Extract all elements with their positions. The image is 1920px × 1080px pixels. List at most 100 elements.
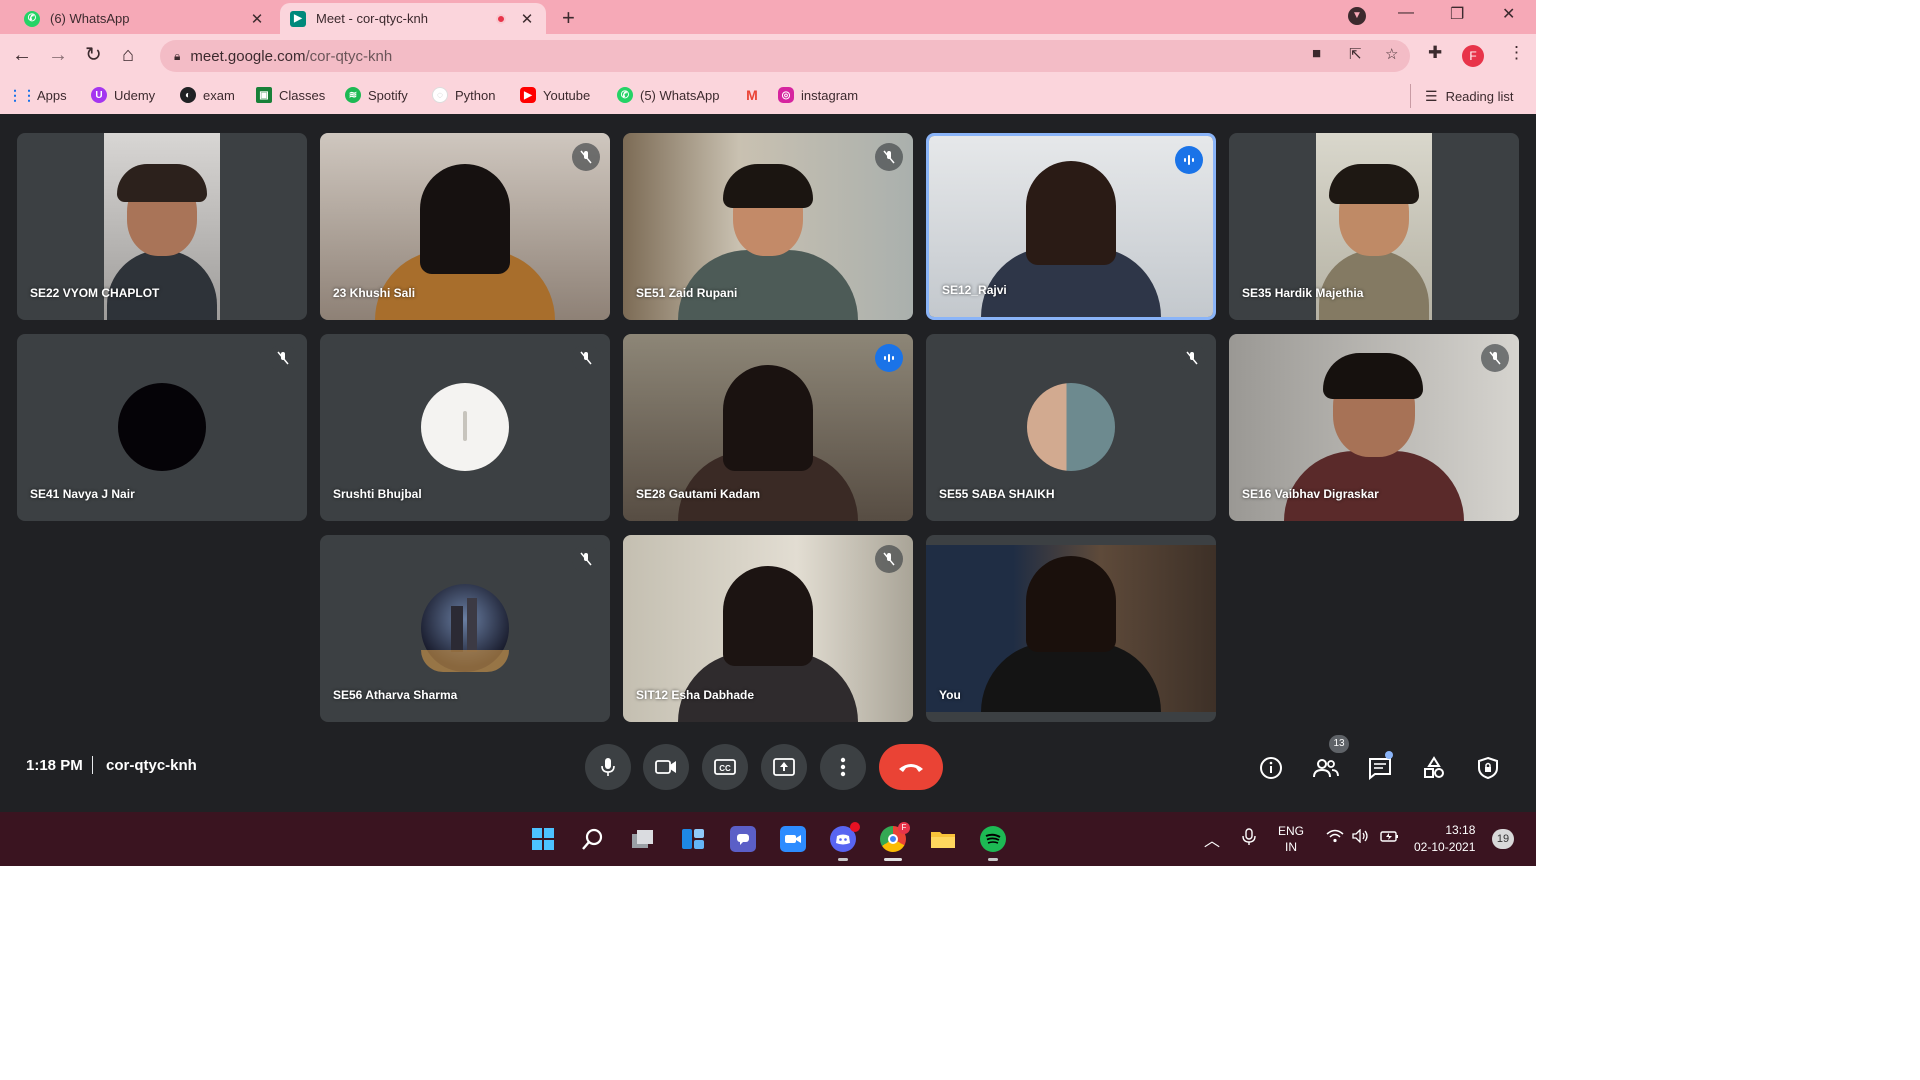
mic-off-icon <box>572 545 600 573</box>
activities-button[interactable] <box>1420 754 1448 782</box>
address-bar[interactable]: 🔒︎ meet.google.com/cor-qtyc-knh <box>160 40 1410 72</box>
participant-tile[interactable]: SE28 Gautami Kadam <box>623 334 913 521</box>
bookmark-label: exam <box>203 87 235 103</box>
present-screen-button[interactable] <box>761 744 807 790</box>
participant-name: 23 Khushi Sali <box>333 286 416 300</box>
more-vertical-icon <box>840 757 846 777</box>
task-view-icon[interactable] <box>630 826 656 852</box>
participant-tile[interactable]: SE41 Navya J Nair <box>17 334 307 521</box>
restore-button[interactable]: ❐ <box>1450 4 1464 24</box>
close-window-button[interactable]: ✕ <box>1502 4 1515 24</box>
forward-arrow-icon[interactable]: → <box>48 44 68 66</box>
more-menu-icon[interactable]: ⋮ <box>1508 43 1525 63</box>
new-tab-button[interactable]: + <box>562 5 575 31</box>
open-in-window-icon[interactable]: ⇱ <box>1349 45 1362 63</box>
mic-off-icon <box>875 545 903 573</box>
bookmark-youtube[interactable]: ▶ Youtube <box>520 87 590 103</box>
participant-tile[interactable]: SE16 Vaibhav Digraskar <box>1229 334 1519 521</box>
participant-name: SE22 VYOM CHAPLOT <box>30 286 160 300</box>
bookmark-whatsapp[interactable]: ✆ (5) WhatsApp <box>617 87 719 103</box>
people-button[interactable] <box>1312 754 1340 782</box>
profile-avatar[interactable]: F <box>1462 45 1484 67</box>
close-icon[interactable]: ✕ <box>518 10 536 28</box>
wifi-icon[interactable] <box>1326 829 1344 846</box>
speaking-indicator-icon <box>1175 146 1203 174</box>
bookmark-label: instagram <box>801 87 859 103</box>
bookmark-exam[interactable]: ◐ exam <box>180 87 235 103</box>
video-camera-icon <box>655 760 676 774</box>
close-icon[interactable]: ✕ <box>248 10 266 28</box>
participant-tile[interactable]: SE22 VYOM CHAPLOT <box>17 133 307 320</box>
active-app-indicator <box>884 858 902 861</box>
bookmark-apps[interactable]: ⋮⋮ Apps <box>8 87 67 103</box>
notification-count-badge[interactable]: 19 <box>1492 829 1514 849</box>
chevron-up-icon[interactable]: ︿ <box>1204 827 1220 851</box>
closed-captions-icon: CC <box>714 759 736 775</box>
taskbar-clock[interactable]: 13:18 02-10-2021 <box>1414 822 1475 856</box>
tab-title: (6) WhatsApp <box>50 11 130 26</box>
mic-off-icon <box>572 143 600 171</box>
participant-silhouette <box>981 161 1161 317</box>
participant-tile[interactable]: SE55 SABA SHAIKH <box>926 334 1216 521</box>
minimize-button[interactable]: — <box>1398 4 1414 22</box>
camera-button[interactable] <box>643 744 689 790</box>
bookmark-classes[interactable]: ▣ Classes <box>256 87 325 103</box>
notification-dot <box>850 822 860 832</box>
mic-off-icon <box>269 344 297 372</box>
participant-name: SE28 Gautami Kadam <box>636 487 761 501</box>
extensions-puzzle-icon[interactable]: ✚ <box>1428 43 1442 63</box>
language-indicator[interactable]: ENG IN <box>1278 823 1304 855</box>
captions-button[interactable]: CC <box>702 744 748 790</box>
bookmark-gmail[interactable]: M <box>744 87 767 103</box>
bookmark-label: Udemy <box>114 87 156 103</box>
bookmark-label: Classes <box>279 87 326 103</box>
bookmark-udemy[interactable]: U Udemy <box>91 87 155 103</box>
tab-search-icon[interactable]: ▼ <box>1348 7 1366 25</box>
teams-chat-icon[interactable] <box>730 826 756 852</box>
participant-tile-self[interactable]: You <box>926 535 1216 722</box>
chrome-profile-badge: F <box>898 822 910 834</box>
reload-icon[interactable]: ↻ <box>85 44 102 66</box>
participant-tile[interactable]: SIT12 Esha Dabhade <box>623 535 913 722</box>
gmail-icon: M <box>746 87 758 103</box>
participant-tile[interactable]: SE51 Zaid Rupani <box>623 133 913 320</box>
microphone-button[interactable] <box>585 744 631 790</box>
bookmark-spotify[interactable]: ≋ Spotify <box>345 87 408 103</box>
camera-in-use-icon[interactable]: ■ <box>1312 45 1321 62</box>
participant-tile[interactable]: Srushti Bhujbal <box>320 334 610 521</box>
participant-video <box>926 545 1216 712</box>
battery-charging-icon[interactable] <box>1380 829 1400 846</box>
participant-tile[interactable]: SE56 Atharva Sharma <box>320 535 610 722</box>
reading-list-button[interactable]: ☰ Reading list <box>1410 84 1514 108</box>
spotify-icon[interactable] <box>980 826 1006 852</box>
star-bookmark-icon[interactable]: ☆ <box>1385 45 1398 63</box>
leave-call-button[interactable] <box>879 744 943 790</box>
bookmark-instagram[interactable]: ◎ instagram <box>778 87 858 103</box>
tab-meet[interactable]: ▶ Meet - cor-qtyc-knh ✕ <box>280 3 546 34</box>
participant-name: SIT12 Esha Dabhade <box>636 688 755 702</box>
bookmark-label: Apps <box>37 87 67 103</box>
microphone-icon <box>601 758 615 776</box>
bookmark-label: Python <box>455 87 496 103</box>
tab-title: Meet - cor-qtyc-knh <box>316 11 428 26</box>
file-explorer-icon[interactable] <box>930 826 956 852</box>
home-icon[interactable]: ⌂ <box>122 44 134 66</box>
participant-tile-active-speaker[interactable]: SE12_Rajvi <box>926 133 1216 320</box>
widgets-icon[interactable] <box>680 826 706 852</box>
host-controls-button[interactable] <box>1474 754 1502 782</box>
more-options-button[interactable] <box>820 744 866 790</box>
meeting-code[interactable]: cor-qtyc-knh <box>106 757 197 774</box>
participant-tile[interactable]: SE35 Hardik Majethia <box>1229 133 1519 320</box>
tab-whatsapp[interactable]: ✆ (6) WhatsApp ✕ <box>14 3 276 34</box>
volume-icon[interactable] <box>1352 828 1370 846</box>
search-icon[interactable] <box>580 826 606 852</box>
windows-start-icon[interactable] <box>530 826 556 852</box>
zoom-icon[interactable] <box>780 826 806 852</box>
participant-tile[interactable]: 23 Khushi Sali <box>320 133 610 320</box>
meeting-details-button[interactable] <box>1257 754 1285 782</box>
bookmark-python[interactable]: ◌ Python <box>432 87 495 103</box>
back-arrow-icon[interactable]: ← <box>12 44 32 66</box>
recording-icon <box>496 13 506 24</box>
bookmark-label: Spotify <box>368 87 408 103</box>
taskbar-date: 02-10-2021 <box>1414 840 1476 854</box>
